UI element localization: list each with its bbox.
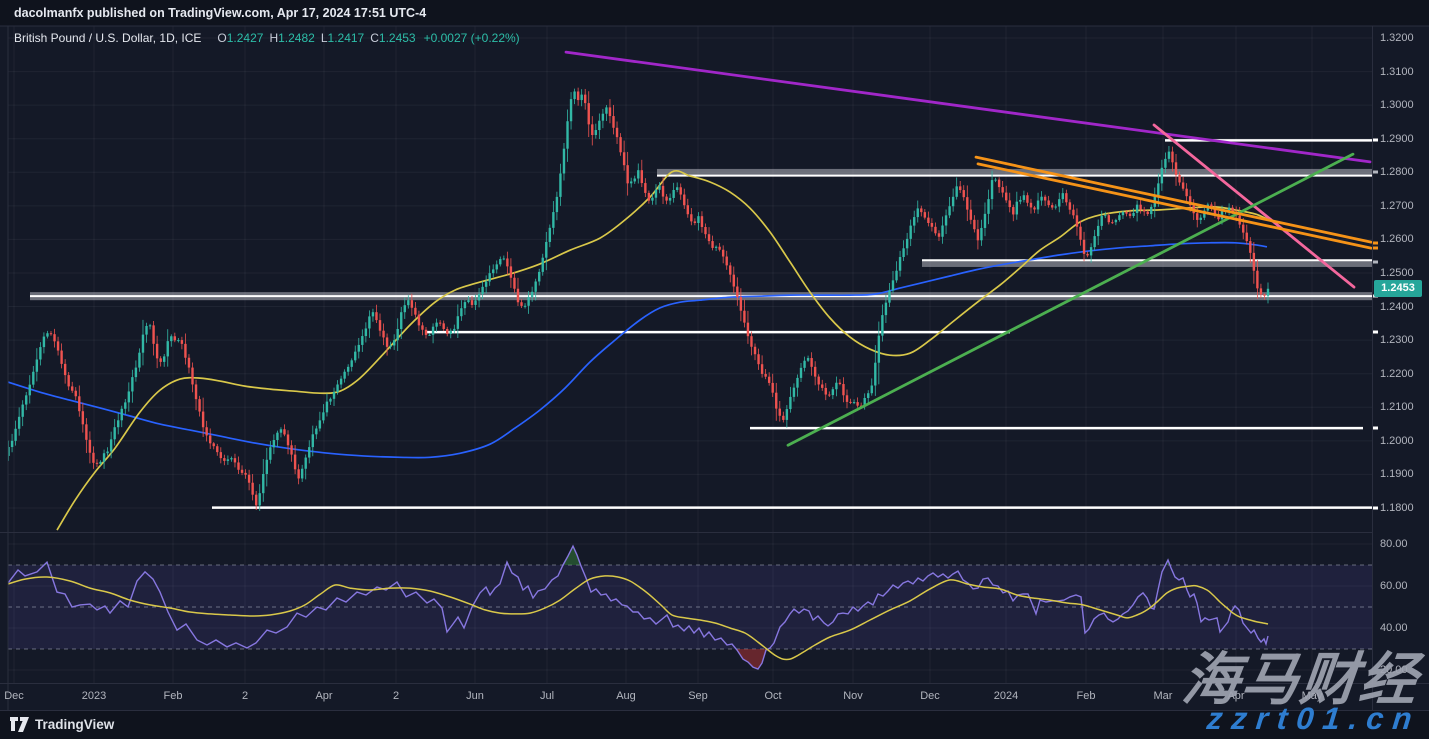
rsi-tick-label: 20.00 xyxy=(1380,664,1408,676)
last-price-badge: 1.2453 xyxy=(1374,280,1422,297)
price-axis[interactable]: 1.3200 1.3100 1.3000 1.2900 1.2800 1.2700 1.26… xyxy=(1372,0,1429,710)
time-tick-label: Mar xyxy=(1154,690,1173,702)
price-tick-label: 1.3000 xyxy=(1380,99,1414,111)
price-tick-label: 1.1800 xyxy=(1380,502,1414,514)
price-tick-label: 1.3100 xyxy=(1380,66,1414,78)
symbol-legend: British Pound / U.S. Dollar, 1D, ICEO1.2… xyxy=(14,31,520,45)
footer-bar: TradingView xyxy=(0,710,1429,739)
price-tick-label: 1.2200 xyxy=(1380,368,1414,380)
price-tick-label: 1.3200 xyxy=(1380,32,1414,44)
time-tick-label: 2 xyxy=(393,690,399,702)
price-tick-label: 1.2100 xyxy=(1380,401,1414,413)
time-tick-label: Feb xyxy=(164,690,183,702)
price-tick-label: 1.2500 xyxy=(1380,267,1414,279)
low-label: L xyxy=(321,31,328,45)
high-value: 1.2482 xyxy=(278,31,315,45)
time-tick-label: Oct xyxy=(764,690,781,702)
time-axis[interactable]: Dec 2023 Feb 2 Apr 2 Jun Jul Aug Sep Oct Nov Dec 2024… xyxy=(0,684,1372,710)
time-tick-label: Aug xyxy=(616,690,636,702)
time-tick-label: 2023 xyxy=(82,690,106,702)
price-tick-label: 1.2300 xyxy=(1380,334,1414,346)
tradingview-brand[interactable]: TradingView xyxy=(35,717,114,732)
time-tick-label: Dec xyxy=(920,690,940,702)
open-value: 1.2427 xyxy=(227,31,264,45)
publish-info: dacolmanfx published on TradingView.com,… xyxy=(14,0,426,26)
tradingview-logo-icon[interactable] xyxy=(10,716,29,733)
change-value: +0.0027 (+0.22%) xyxy=(424,31,520,45)
high-label: H xyxy=(269,31,278,45)
low-value: 1.2417 xyxy=(328,31,365,45)
time-tick-label: Jul xyxy=(540,690,554,702)
time-tick-label: Sep xyxy=(688,690,708,702)
published-chart-page: dacolmanfx published on TradingView.com,… xyxy=(0,0,1429,739)
rsi-tick-label: 40.00 xyxy=(1380,622,1408,634)
symbol-title[interactable]: British Pound / U.S. Dollar, 1D, ICE xyxy=(14,31,201,45)
close-label: C xyxy=(370,31,379,45)
time-tick-label: Dec xyxy=(4,690,24,702)
close-value: 1.2453 xyxy=(379,31,416,45)
price-tick-label: 1.2000 xyxy=(1380,435,1414,447)
time-tick-label: Nov xyxy=(843,690,863,702)
chart-canvas[interactable] xyxy=(0,0,1429,739)
price-tick-label: 1.1900 xyxy=(1380,468,1414,480)
time-tick-label: Apr xyxy=(1227,690,1244,702)
time-tick-label: May xyxy=(1302,690,1323,702)
price-tick-label: 1.2900 xyxy=(1380,133,1414,145)
time-tick-label: Jun xyxy=(466,690,484,702)
time-tick-label: 2 xyxy=(242,690,248,702)
price-tick-label: 1.2600 xyxy=(1380,233,1414,245)
rsi-tick-label: 80.00 xyxy=(1380,538,1408,550)
time-tick-label: Apr xyxy=(315,690,332,702)
price-tick-label: 1.2800 xyxy=(1380,166,1414,178)
time-tick-label: Feb xyxy=(1077,690,1096,702)
price-tick-label: 1.2700 xyxy=(1380,200,1414,212)
open-label: O xyxy=(217,31,226,45)
price-tick-label: 1.2400 xyxy=(1380,301,1414,313)
rsi-tick-label: 60.00 xyxy=(1380,580,1408,592)
time-tick-label: 2024 xyxy=(994,690,1018,702)
